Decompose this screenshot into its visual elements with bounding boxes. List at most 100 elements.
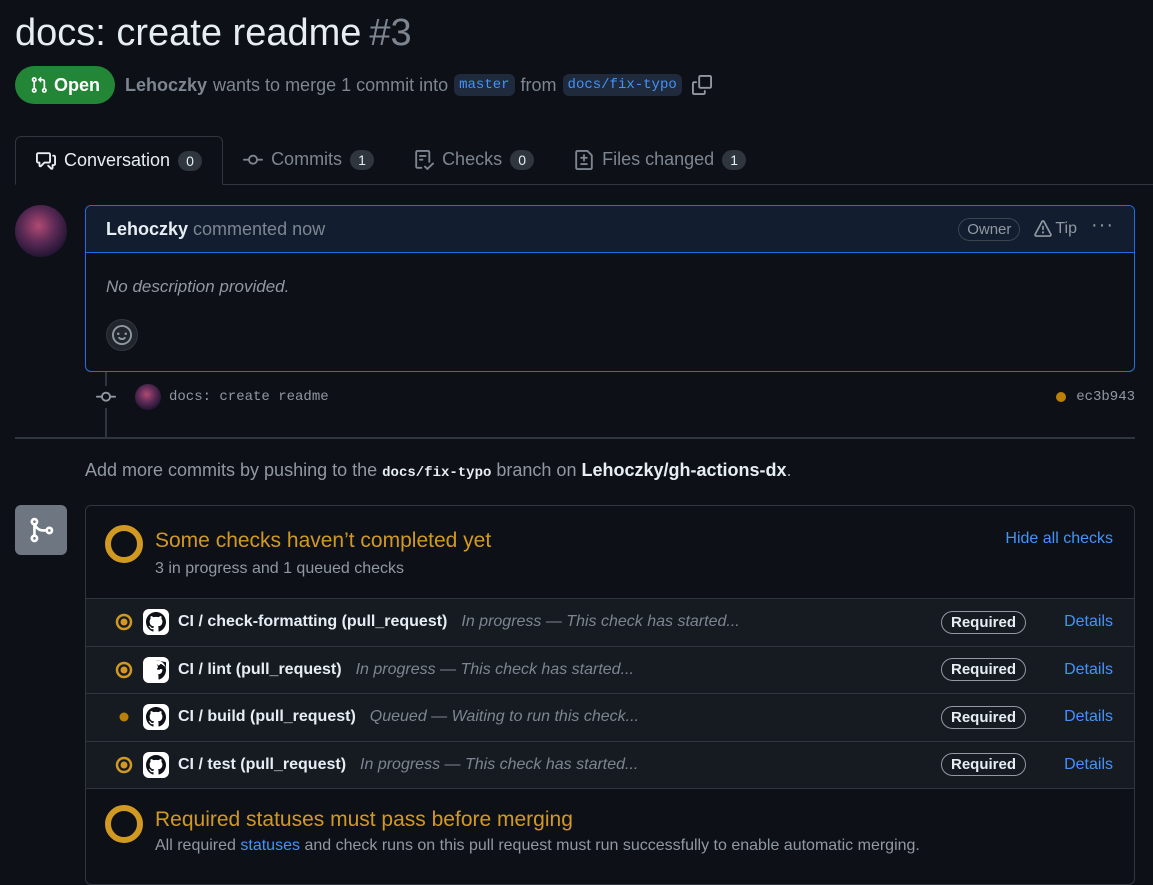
pr-title: docs: create readme [15,12,362,54]
comment-body: No description provided. [106,277,290,296]
github-icon [143,656,169,683]
in-progress-icon [115,613,133,631]
git-commit-icon [243,150,264,170]
check-row: CI / test (pull_request) In progress — Th… [86,741,1134,789]
check-name: CI / lint (pull_request) In progress — Th… [178,661,634,679]
required-title: Required statuses must pass before mergi… [155,808,573,831]
git-commit-icon [95,386,117,408]
commit-sha[interactable]: ec3b943 [1076,389,1135,405]
kebab-horizontal-icon[interactable]: ··· [1091,215,1114,238]
check-name-text: CI / test (pull_request) [178,755,347,773]
required-text-before: All required [155,837,236,854]
required-subtitle: All required statuses and check runs on … [155,837,920,855]
pr-tabs: Conversation 0 Commits 1 Checks 0 Files … [15,136,1153,185]
add-reaction-button[interactable] [106,319,138,351]
checks-summary: Some checks haven’t completed yet 3 in p… [86,506,1134,599]
file-diff-icon [574,149,594,170]
check-description: Queued — Waiting to run this check... [369,708,639,726]
alert-icon [1034,220,1053,238]
commit-author-avatar[interactable] [135,384,161,410]
push-hint-suffix: . [786,460,792,480]
tab-label: Files changed [602,149,715,169]
timeline-divider [15,437,1135,439]
details-link[interactable]: Details [1064,756,1113,774]
git-merge-icon [15,505,67,555]
check-name-text: CI / lint (pull_request) [178,660,342,678]
timeline-commit: docs: create readme ec3b943 [95,382,1135,412]
details-link[interactable]: Details [1064,708,1113,726]
pr-author-link[interactable]: Lehoczky [125,75,207,96]
comment-box: Lehoczky commented now Owner Tip ··· No … [85,205,1135,372]
required-badge: Required [940,610,1026,634]
pr-state-badge: Open [15,66,115,104]
tip-button[interactable]: Tip [1034,220,1077,238]
check-name-text: CI / build (pull_request) [178,708,356,726]
push-hint-prefix: Add more commits by pushing to the [85,460,378,480]
page-title: docs: create readme #3 [15,8,412,58]
push-hint-middle: branch on [496,460,577,480]
checks-title: Some checks haven’t completed yet [155,529,492,552]
github-icon [143,609,169,636]
tab-label: Conversation [64,150,171,170]
avatar[interactable] [15,205,67,257]
comment-header: Lehoczky commented now Owner Tip ··· [86,206,1134,253]
comment-author[interactable]: Lehoczky [106,219,188,240]
check-name: CI / build (pull_request) Queued — Waitin… [178,708,639,726]
copy-icon[interactable] [691,75,712,95]
in-progress-icon [115,661,133,679]
hide-all-checks-button[interactable]: Hide all checks [1005,530,1113,548]
check-name-text: CI / check-formatting (pull_request) [178,613,448,631]
check-description: In progress — This check has started... [461,613,740,631]
check-row: CI / lint (pull_request) In progress — Th… [86,646,1134,694]
checks-subtitle: 3 in progress and 1 queued checks [155,560,405,577]
tip-label: Tip [1055,220,1078,237]
check-name: CI / test (pull_request) In progress — Th… [178,756,638,774]
in-progress-icon [115,756,133,774]
owner-label: Owner [958,217,1021,241]
details-link[interactable]: Details [1064,661,1113,679]
comment-discussion-icon [36,151,56,171]
tab-counter: 0 [510,149,535,170]
check-row: CI / build (pull_request) Queued — Waitin… [86,694,1134,742]
statuses-link[interactable]: statuses [240,837,300,854]
tab-counter: 0 [178,150,203,171]
pr-meta: Lehoczky wants to merge 1 commit into ma… [125,70,712,100]
tab-conversation[interactable]: Conversation 0 [15,136,224,185]
push-hint: Add more commits by pushing to the docs/… [85,460,792,481]
tab-counter: 1 [722,149,747,170]
queued-icon [115,708,133,726]
pending-status-icon[interactable] [1056,392,1067,402]
tab-label: Commits [271,149,343,169]
required-badge: Required [940,658,1026,682]
details-link[interactable]: Details [1064,613,1113,631]
tab-label: Checks [442,149,503,169]
check-description: In progress — This check has started... [355,660,634,678]
required-statuses-section: Required statuses must pass before mergi… [86,789,1134,884]
tab-files-changed[interactable]: Files changed 1 [554,135,766,184]
commit-message[interactable]: docs: create readme [169,389,329,405]
checklist-icon [414,149,435,170]
git-pull-request-icon [30,76,48,94]
pr-number: #3 [369,12,412,54]
tab-commits[interactable]: Commits 1 [223,135,394,184]
tab-checks[interactable]: Checks 0 [394,135,554,184]
repo-link[interactable]: Lehoczky/gh-actions-dx [581,460,786,480]
merge-box: Some checks haven’t completed yet 3 in p… [85,505,1135,885]
push-hint-branch: docs/fix-typo [382,465,492,481]
github-icon [143,751,169,778]
required-text-after: and check runs on this pull request must… [304,837,920,854]
pending-ring-icon [105,805,143,843]
head-branch[interactable]: docs/fix-typo [562,74,682,96]
github-icon [143,704,169,731]
check-row: CI / check-formatting (pull_request) In p… [86,599,1134,647]
smiley-icon [112,325,132,345]
check-name: CI / check-formatting (pull_request) In p… [178,613,740,631]
check-description: In progress — This check has started... [360,755,639,773]
pending-ring-icon [105,525,143,563]
pr-state-label: Open [53,74,100,95]
base-branch[interactable]: master [454,74,515,96]
required-badge: Required [940,705,1026,729]
comment-timestamp[interactable]: commented now [193,219,325,240]
required-badge: Required [940,753,1026,777]
merge-text: wants to merge 1 commit into [213,74,449,95]
